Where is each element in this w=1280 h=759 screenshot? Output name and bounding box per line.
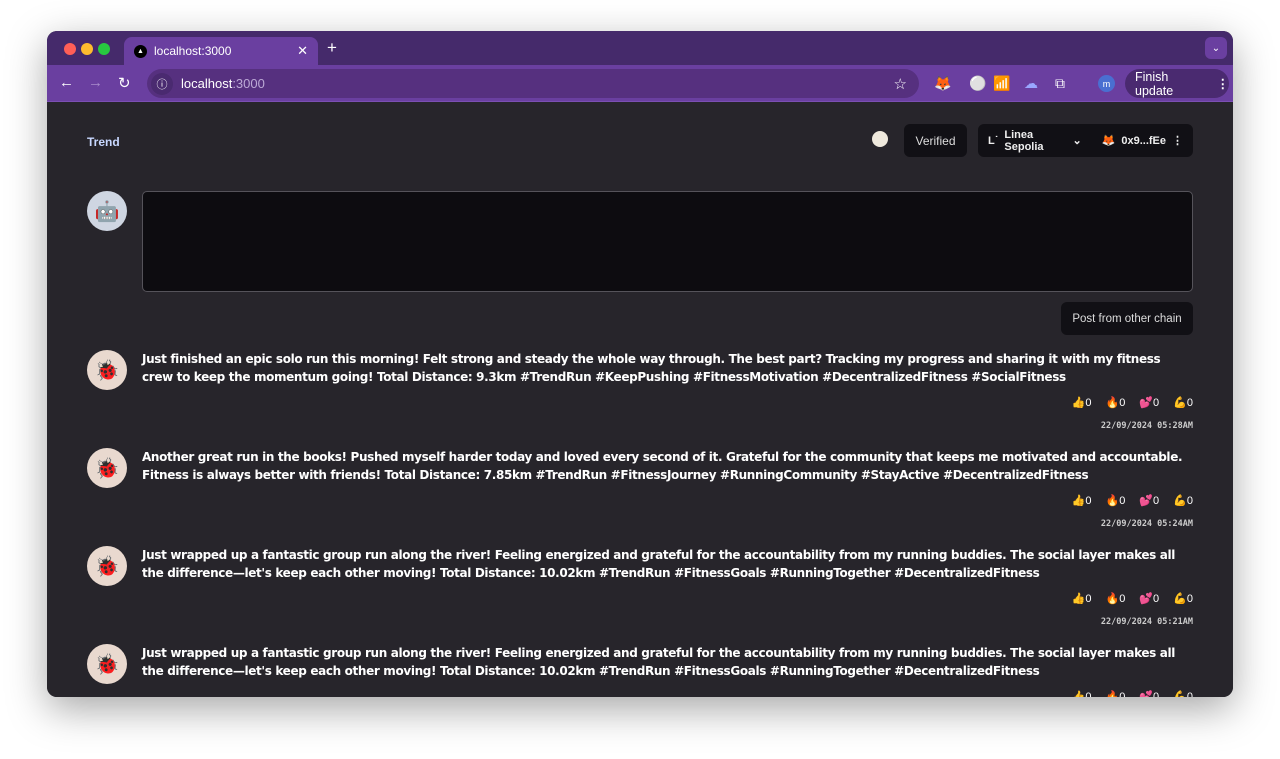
extension-ghost-icon[interactable]: ☁ — [1024, 75, 1038, 92]
favicon-icon: ▲ — [134, 44, 147, 58]
tab-localhost[interactable]: ▲ localhost:3000 ✕ — [124, 37, 318, 65]
post-input[interactable] — [142, 191, 1193, 292]
chevron-down-icon[interactable]: ⌄ — [1072, 134, 1081, 147]
finish-update-label: Finish update — [1135, 69, 1174, 98]
muscle-reaction[interactable]: 💪0 — [1173, 592, 1193, 605]
post-text: Just wrapped up a fantastic group run al… — [142, 646, 1176, 678]
user-avatar: 🤖 — [87, 191, 127, 231]
bookmark-star-icon[interactable]: ☆ — [894, 75, 907, 93]
metamask-extension-icon[interactable]: 🦊 — [934, 75, 951, 92]
post-item: 🐞 Just wrapped up a fantastic group run … — [47, 644, 1233, 697]
muscle-reaction[interactable]: 💪0 — [1173, 396, 1193, 409]
tab-search-button[interactable]: ⌄ — [1205, 37, 1227, 59]
verified-button[interactable]: Verified — [904, 124, 967, 157]
reactions: 👍0 🔥0 💕0 💪0 — [1072, 592, 1193, 605]
reactions: 👍0 🔥0 💕0 💪0 — [1072, 494, 1193, 507]
fire-reaction[interactable]: 🔥0 — [1106, 396, 1126, 409]
post-item: 🐞 Just finished an epic solo run this mo… — [47, 350, 1233, 448]
wallet-address[interactable]: 0x9...fEe — [1121, 135, 1166, 147]
close-tab-icon[interactable]: ✕ — [297, 43, 308, 59]
post-text: Just finished an epic solo run this morn… — [142, 352, 1161, 384]
thumbs-up-reaction[interactable]: 👍0 — [1072, 592, 1092, 605]
finish-update-button[interactable]: Finish update ⋮ — [1125, 69, 1229, 98]
wallet-connect-button[interactable]: L˙ Linea Sepolia ⌄ 🦊 0x9...fEe ⋮ — [978, 124, 1193, 157]
muscle-reaction[interactable]: 💪0 — [1173, 690, 1193, 697]
post-author-avatar: 🐞 — [87, 546, 127, 586]
post-item: 🐞 Just wrapped up a fantastic group run … — [47, 546, 1233, 644]
page-content: Trend Verified L˙ Linea Sepolia ⌄ 🦊 0x9.… — [47, 102, 1233, 697]
extensions-puzzle-icon[interactable]: ⧉ — [1055, 75, 1065, 92]
post-text: Just wrapped up a fantastic group run al… — [142, 548, 1176, 580]
thumbs-up-reaction[interactable]: 👍0 — [1072, 690, 1092, 697]
metamask-icon: 🦊 — [1101, 135, 1116, 147]
post-timestamp: 22/09/2024 05:24AM — [1100, 519, 1193, 529]
thumbs-up-reaction[interactable]: 👍0 — [1072, 494, 1092, 507]
more-menu-icon[interactable]: ⋮ — [1217, 76, 1230, 91]
forward-icon[interactable]: → — [88, 74, 103, 91]
hearts-reaction[interactable]: 💕0 — [1139, 396, 1159, 409]
wallet-menu-icon[interactable]: ⋮ — [1172, 134, 1183, 147]
close-window-button[interactable] — [64, 43, 76, 55]
url-host: localhost — [181, 76, 233, 91]
theme-toggle-icon[interactable] — [872, 131, 888, 147]
fire-reaction[interactable]: 🔥0 — [1106, 494, 1126, 507]
hearts-reaction[interactable]: 💕0 — [1139, 690, 1159, 697]
fire-reaction[interactable]: 🔥0 — [1106, 690, 1126, 697]
reload-icon[interactable]: ↻ — [118, 74, 131, 92]
minimize-window-button[interactable] — [81, 43, 93, 55]
brand-logo[interactable]: Trend — [87, 135, 120, 149]
post-timestamp: 22/09/2024 05:28AM — [1100, 421, 1193, 431]
post-author-avatar: 🐞 — [87, 644, 127, 684]
extension-icon[interactable]: ⚪ — [969, 75, 986, 92]
linea-icon: L˙ — [988, 134, 999, 147]
muscle-reaction[interactable]: 💪0 — [1173, 494, 1193, 507]
thumbs-up-reaction[interactable]: 👍0 — [1072, 396, 1092, 409]
post-item: 🐞 Another great run in the books! Pushed… — [47, 448, 1233, 546]
tab-bar: ▲ localhost:3000 ✕ + ⌄ — [47, 31, 1233, 65]
new-tab-button[interactable]: + — [327, 38, 337, 58]
site-info-icon[interactable]: ⓘ — [151, 72, 173, 95]
post-author-avatar: 🐞 — [87, 448, 127, 488]
post-from-other-chain-button[interactable]: Post from other chain — [1061, 302, 1193, 335]
profile-avatar[interactable]: m — [1098, 75, 1115, 92]
hearts-reaction[interactable]: 💕0 — [1139, 592, 1159, 605]
network-name[interactable]: Linea Sepolia — [1004, 129, 1066, 153]
hearts-reaction[interactable]: 💕0 — [1139, 494, 1159, 507]
tab-title: localhost:3000 — [154, 44, 232, 58]
reactions: 👍0 🔥0 💕0 💪0 — [1072, 690, 1193, 697]
post-author-avatar: 🐞 — [87, 350, 127, 390]
extension-chart-icon[interactable]: 📶 — [993, 75, 1010, 92]
browser-window: ▲ localhost:3000 ✕ + ⌄ ← → ↻ ⓘ localhost… — [47, 31, 1233, 697]
fire-reaction[interactable]: 🔥0 — [1106, 592, 1126, 605]
reactions: 👍0 🔥0 💕0 💪0 — [1072, 396, 1193, 409]
url-port: :3000 — [232, 76, 265, 91]
toolbar: ← → ↻ ⓘ localhost:3000 ☆ 🦊 ⚪ 📶 ☁ ⧉ m Fin… — [47, 65, 1233, 102]
address-bar[interactable]: ⓘ localhost:3000 ☆ — [147, 69, 919, 98]
post-timestamp: 22/09/2024 05:21AM — [1100, 617, 1193, 627]
maximize-window-button[interactable] — [98, 43, 110, 55]
back-icon[interactable]: ← — [59, 74, 74, 91]
post-text: Another great run in the books! Pushed m… — [142, 450, 1183, 482]
